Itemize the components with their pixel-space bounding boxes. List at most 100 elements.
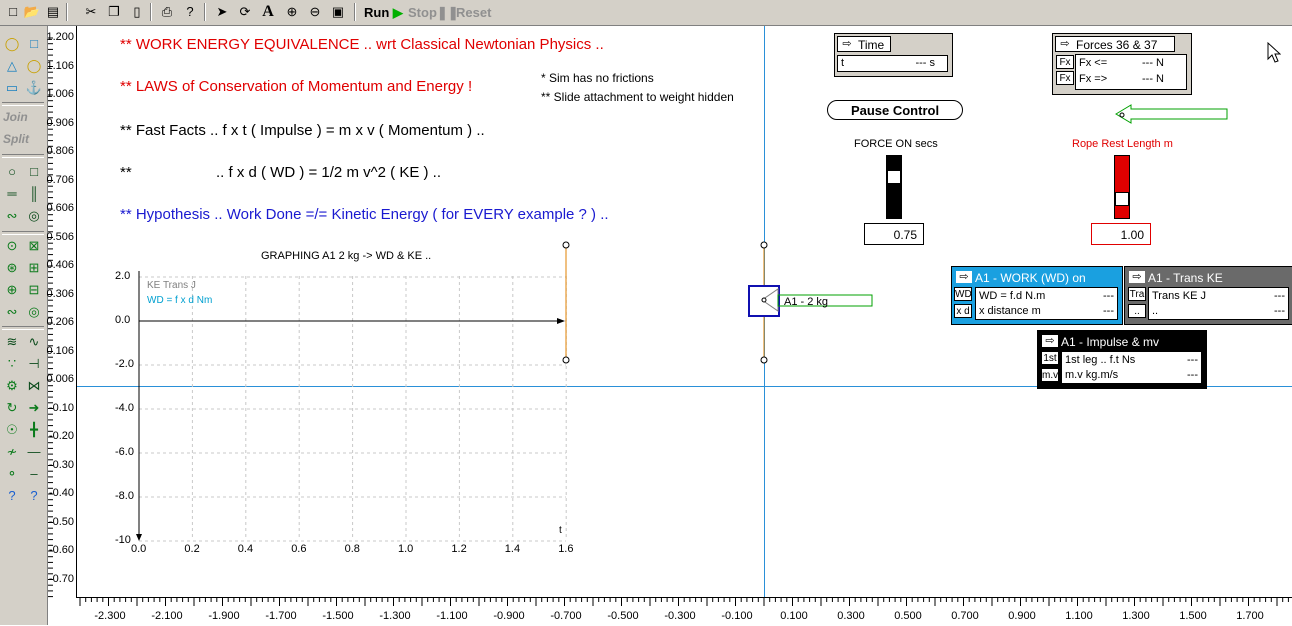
text-icon[interactable]: A bbox=[258, 2, 278, 22]
ke-meter[interactable]: ⇨ A1 - Trans KE J .. Tra .. Trans KE J -… bbox=[1124, 266, 1292, 325]
rope-value-field[interactable]: 1.00 bbox=[1091, 223, 1151, 245]
copy-icon[interactable]: ❐ bbox=[104, 2, 124, 22]
save-icon[interactable]: ▤ bbox=[43, 2, 63, 22]
impulse-meter-rows: 1st leg .. f.t Ns --- m.v kg.m/s --- bbox=[1061, 351, 1202, 384]
horizontal-keyed-slot-icon[interactable]: ⊞ bbox=[24, 258, 44, 278]
rope-left-top-pin bbox=[562, 241, 570, 249]
circle-tool-icon[interactable]: ◯ bbox=[2, 34, 22, 54]
gear-icon[interactable]: ⚙ bbox=[2, 376, 22, 396]
zoom-fit-icon[interactable]: ▣ bbox=[328, 2, 348, 22]
new-icon[interactable]: □ bbox=[3, 2, 23, 22]
impulse-meter[interactable]: ⇨ A1 - Impulse & mv Analysis 1st m.v 1st… bbox=[1037, 330, 1207, 389]
time-meter[interactable]: ⇨ Time t --- s bbox=[834, 33, 953, 77]
rope-slider-thumb[interactable] bbox=[1115, 192, 1129, 206]
graph-legend-ke: KE Trans J bbox=[147, 280, 196, 291]
print-icon[interactable]: ⎙ bbox=[157, 2, 177, 22]
tra-tag: Tra bbox=[1128, 287, 1146, 301]
vertical-ruler[interactable]: 1.200 1.106 1.006 0.906 0.806 0.706 0.606 0.506… bbox=[46, 26, 77, 598]
force-slider[interactable] bbox=[886, 155, 902, 219]
horizontal-ruler-tick: 1.700 bbox=[1236, 610, 1264, 622]
paste-icon[interactable]: ▯ bbox=[127, 2, 147, 22]
forces-meter-header[interactable]: ⇨ Forces 36 & 37 bbox=[1055, 36, 1175, 52]
curved-slot-joint-icon[interactable]: ∾ bbox=[2, 302, 22, 322]
graph-y-tick: -2.0 bbox=[115, 358, 134, 370]
vertical-slot-icon[interactable]: ║ bbox=[24, 184, 44, 204]
pulley-icon[interactable]: ⚬ bbox=[2, 464, 22, 484]
motor-icon[interactable]: ☉ bbox=[2, 420, 22, 440]
horizontal-ruler-tick: -2.100 bbox=[151, 610, 183, 622]
keyed-curved-slot-icon[interactable]: ◎ bbox=[24, 302, 44, 322]
curved-slot-icon[interactable]: ∾ bbox=[2, 206, 22, 226]
arrow-right-icon: ⇨ bbox=[1042, 335, 1058, 347]
horizontal-ruler-tick: -0.100 bbox=[721, 610, 753, 622]
dash-line-icon[interactable]: – bbox=[24, 464, 44, 484]
forces-meter[interactable]: ⇨ Forces 36 & 37 Fx Fx Fx <= --- N Fx =>… bbox=[1052, 33, 1192, 95]
body-a1-label: A1 - 2 kg bbox=[784, 296, 829, 308]
square-point-icon[interactable]: □ bbox=[24, 162, 44, 182]
graph-x-tick: 1.6 bbox=[558, 543, 574, 555]
arrow-right-icon: ⇨ bbox=[842, 38, 852, 50]
rotational-spring-icon[interactable]: ↻ bbox=[2, 398, 22, 418]
rope-slider[interactable] bbox=[1114, 155, 1130, 219]
zoom-in-icon[interactable]: ⊕ bbox=[282, 2, 302, 22]
run-button[interactable]: Run ▶ bbox=[364, 5, 403, 21]
rectangle-tool-icon[interactable]: □ bbox=[24, 34, 44, 54]
open-icon[interactable]: 📂 bbox=[22, 2, 42, 22]
reset-button[interactable]: Reset bbox=[456, 5, 491, 20]
graph-area[interactable] bbox=[77, 26, 777, 597]
anchor-icon[interactable]: ⚓ bbox=[24, 78, 44, 98]
horizontal-ruler-tick: 0.900 bbox=[1008, 610, 1036, 622]
split-button[interactable]: Split bbox=[3, 132, 29, 146]
line-icon[interactable]: — bbox=[24, 442, 44, 462]
graph-y-tick: 0.0 bbox=[115, 314, 131, 326]
rope-left-bottom-pin bbox=[562, 356, 570, 364]
force-arrow-body[interactable] bbox=[1115, 104, 1235, 124]
graph-legend-wd: WD = f x d Nm bbox=[147, 295, 213, 306]
rope-right-bottom-pin bbox=[760, 356, 768, 364]
join-button[interactable]: Join bbox=[3, 110, 28, 124]
vertical-slot-joint-icon[interactable]: ⊕ bbox=[2, 280, 22, 300]
time-meter-header[interactable]: ⇨ Time bbox=[837, 36, 891, 52]
actuator-icon[interactable]: ╋ bbox=[24, 420, 44, 440]
simulation-canvas[interactable]: ** WORK ENERGY EQUIVALENCE .. wrt Classi… bbox=[77, 26, 1292, 597]
work-meter-header[interactable]: ⇨ A1 - WORK (WD) on A1 bbox=[954, 269, 1098, 301]
vertical-keyed-slot-icon[interactable]: ⊟ bbox=[24, 280, 44, 300]
work-meter[interactable]: ⇨ A1 - WORK (WD) on A1 WD x d WD = f.d N… bbox=[951, 266, 1123, 325]
horizontal-ruler-tick: 1.300 bbox=[1122, 610, 1150, 622]
pause-control-button[interactable]: Pause Control bbox=[827, 100, 963, 120]
damper-icon[interactable]: ⊣ bbox=[24, 354, 44, 374]
rigid-joint-icon[interactable]: ⊠ bbox=[24, 236, 44, 256]
force-slider-thumb[interactable] bbox=[887, 170, 901, 184]
curved-body-tool-icon[interactable]: ◯ bbox=[24, 56, 44, 76]
separator-icon[interactable]: ⋈ bbox=[24, 376, 44, 396]
zoom-out-icon[interactable]: ⊖ bbox=[305, 2, 325, 22]
ke-meter-header[interactable]: ⇨ A1 - Trans KE J .. bbox=[1127, 269, 1237, 301]
query-icon[interactable]: ? bbox=[2, 486, 22, 506]
horizontal-slot-joint-icon[interactable]: ⊛ bbox=[2, 258, 22, 278]
fx-left-tag: Fx bbox=[1056, 55, 1074, 69]
rotate-icon[interactable]: ⟳ bbox=[235, 2, 255, 22]
horizontal-ruler[interactable]: -2.300 -2.100 -1.900 -1.700 -1.500 -1.300 -1.1… bbox=[76, 597, 1292, 626]
graph-y-tick: -8.0 bbox=[115, 490, 134, 502]
forces-meter-rows: Fx <= --- N Fx => --- N bbox=[1075, 54, 1187, 90]
query-alt-icon[interactable]: ? bbox=[24, 486, 44, 506]
rope-pulley-icon[interactable]: ≁ bbox=[2, 442, 22, 462]
square-body-tool-icon[interactable]: ▭ bbox=[2, 78, 22, 98]
spring-icon[interactable]: ≋ bbox=[2, 332, 22, 352]
polygon-tool-icon[interactable]: △ bbox=[2, 56, 22, 76]
help-icon[interactable]: ? bbox=[180, 2, 200, 22]
cut-icon[interactable]: ✂ bbox=[81, 2, 101, 22]
rope-icon[interactable]: ∵ bbox=[2, 354, 22, 374]
impulse-meter-header[interactable]: ⇨ A1 - Impulse & mv Analysis bbox=[1040, 333, 1198, 365]
point-element-icon[interactable]: ○ bbox=[2, 162, 22, 182]
pin-joint-icon[interactable]: ⊙ bbox=[2, 236, 22, 256]
pointer-icon[interactable]: ➤ bbox=[212, 2, 232, 22]
graph-grid bbox=[138, 276, 567, 542]
spring-damper-icon[interactable]: ∿ bbox=[24, 332, 44, 352]
force-value-field[interactable]: 0.75 bbox=[864, 223, 924, 245]
horizontal-slot-icon[interactable]: ═ bbox=[2, 184, 22, 204]
stop-button[interactable]: Stop❚❚ bbox=[408, 5, 459, 21]
circular-slot-icon[interactable]: ◎ bbox=[24, 206, 44, 226]
horizontal-ruler-tick: -1.700 bbox=[265, 610, 297, 622]
force-icon[interactable]: ➜ bbox=[24, 398, 44, 418]
